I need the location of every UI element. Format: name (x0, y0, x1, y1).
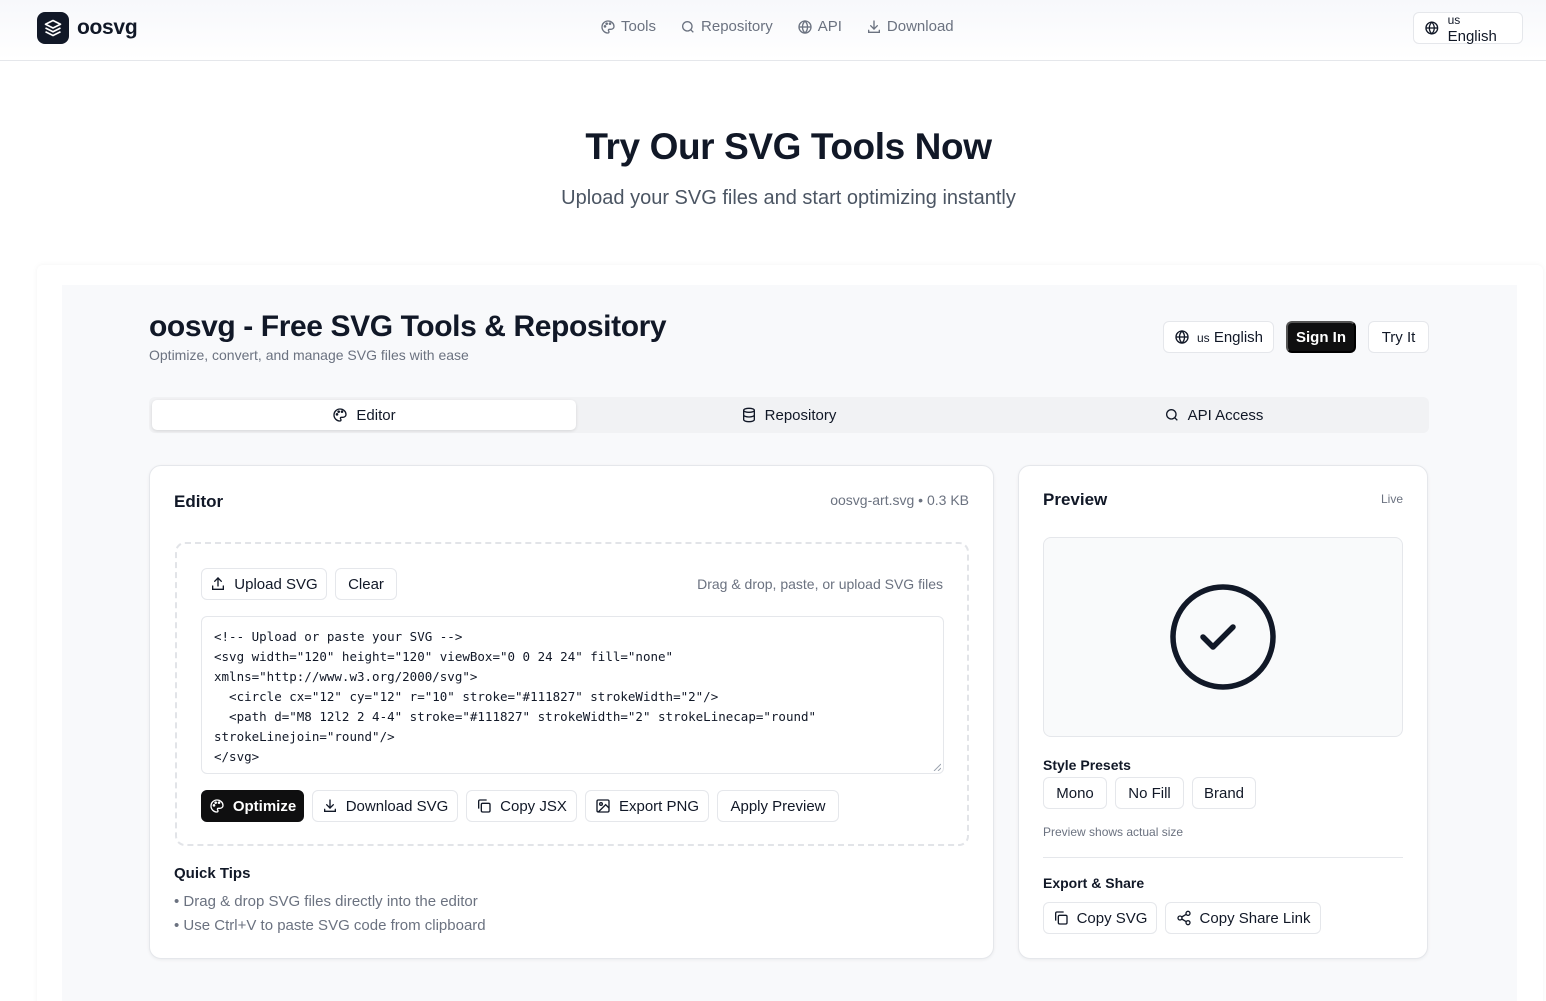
copy-icon (478, 799, 491, 813)
palette-icon (601, 19, 615, 34)
preview-canvas (1043, 537, 1403, 737)
preset-no-fill-button[interactable]: No Fill (1115, 777, 1184, 809)
preview-card: Preview Live Style Presets Mono No Fill … (1018, 465, 1428, 959)
preview-note: Preview shows actual size (1043, 825, 1184, 839)
editor-card: Editor oosvg-art.svg • 0.3 KB Upload SVG… (149, 465, 994, 959)
copy-jsx-button[interactable]: Copy JSX (466, 790, 577, 822)
file-size: 0.3 KB (926, 492, 969, 508)
file-info: oosvg-art.svg • 0.3 KB (830, 492, 969, 508)
nav-link-repository[interactable]: Repository (680, 18, 773, 35)
hero-subtitle: Upload your SVG files and start optimizi… (561, 187, 1016, 209)
tab-editor[interactable]: Editor (152, 400, 576, 430)
export-share-title: Export & Share (1043, 875, 1145, 891)
brand-name: oosvg (77, 16, 138, 39)
svg-dropzone[interactable]: Upload SVG Clear Drag & drop, paste, or … (175, 542, 969, 846)
app-title: oosvg - Free SVG Tools & Repository (149, 310, 667, 343)
dropzone-hint: Drag & drop, paste, or upload SVG files (697, 576, 943, 592)
layers-logo-icon (37, 12, 69, 44)
style-presets-title: Style Presets (1043, 757, 1131, 773)
database-icon (742, 407, 755, 423)
brand[interactable]: oosvg (37, 12, 138, 44)
tip-item: • Use Ctrl+V to paste SVG code from clip… (174, 917, 486, 934)
image-icon (596, 799, 610, 813)
nav-link-tools[interactable]: Tools (600, 18, 656, 35)
tab-repository[interactable]: Repository (576, 400, 1001, 430)
app-language-selector[interactable]: us English (1163, 321, 1274, 353)
nav-link-api[interactable]: API (797, 18, 842, 35)
file-name: oosvg-art.svg (830, 492, 915, 508)
check-circle-icon (1170, 584, 1276, 690)
globe-icon (1175, 330, 1189, 344)
palette-icon (333, 408, 348, 422)
download-icon (323, 799, 336, 812)
download-svg-button[interactable]: Download SVG (312, 790, 458, 822)
nav-link-download[interactable]: Download (866, 18, 954, 35)
search-icon (1165, 409, 1178, 421)
top-navigation: oosvg Tools Repository API Download us E… (0, 0, 1546, 61)
globe-icon (798, 19, 812, 34)
optimize-button[interactable]: Optimize (201, 790, 304, 822)
copy-share-link-button[interactable]: Copy Share Link (1165, 902, 1321, 934)
clear-button[interactable]: Clear (335, 568, 397, 600)
copy-svg-button[interactable]: Copy SVG (1043, 902, 1157, 934)
hero-title: Try Our SVG Tools Now (585, 126, 992, 167)
language-label: English (1213, 328, 1264, 346)
editor-title: Editor (174, 492, 224, 511)
resize-handle-icon[interactable] (933, 763, 941, 771)
share-icon (1176, 910, 1191, 926)
search-icon (682, 20, 694, 33)
live-status: Live (1380, 492, 1403, 506)
preview-title: Preview (1043, 490, 1108, 509)
preset-mono-button[interactable]: Mono (1043, 777, 1107, 809)
language-selector[interactable]: us English (1413, 12, 1523, 45)
main-nav: Tools Repository API Download (600, 18, 954, 35)
copy-icon (1054, 911, 1068, 925)
language-label: English (1447, 28, 1497, 45)
apply-preview-button[interactable]: Apply Preview (717, 790, 839, 822)
divider (1043, 857, 1403, 858)
tab-api-access[interactable]: API Access (1001, 400, 1426, 430)
export-png-button[interactable]: Export PNG (585, 790, 709, 822)
upload-svg-button[interactable]: Upload SVG (201, 568, 327, 600)
language-code: us (1447, 13, 1461, 27)
try-it-button[interactable]: Try It (1368, 321, 1429, 353)
svg-code-editor[interactable]: <!-- Upload or paste your SVG --> <svg w… (201, 616, 944, 774)
app-subtitle: Optimize, convert, and manage SVG files … (149, 347, 469, 363)
upload-icon (212, 577, 225, 590)
preset-brand-button[interactable]: Brand (1192, 777, 1256, 809)
download-icon (867, 19, 880, 33)
tab-bar: Editor Repository API Access (149, 397, 1429, 433)
palette-icon (210, 799, 224, 813)
language-code: us (1196, 330, 1210, 345)
tip-item: • Drag & drop SVG files directly into th… (174, 893, 478, 910)
sign-in-button[interactable]: Sign In (1286, 321, 1356, 353)
quick-tips-title: Quick Tips (174, 865, 251, 882)
globe-icon (1425, 21, 1439, 35)
